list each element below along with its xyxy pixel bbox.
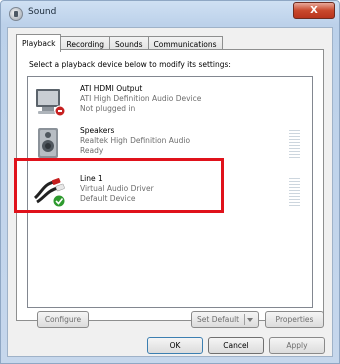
highlight-box	[14, 158, 224, 213]
cancel-button[interactable]: Cancel	[208, 337, 264, 354]
window-title: Sound	[28, 7, 57, 17]
set-default-button[interactable]: Set Default	[191, 311, 259, 328]
apply-button[interactable]: Apply	[269, 337, 325, 354]
tab-bar: Playback Recording Sounds Communications	[16, 34, 223, 52]
sound-dialog: Sound X Playback Recording Sounds Commun…	[0, 0, 340, 364]
device-status: Ready	[80, 146, 104, 155]
device-name: ATI HDMI Output	[80, 84, 143, 93]
properties-button[interactable]: Properties	[265, 311, 324, 328]
volume-level-meter	[289, 178, 300, 206]
close-button[interactable]: X	[293, 2, 335, 19]
sound-app-icon	[9, 7, 23, 21]
device-item-ati-hdmi[interactable]: ATI HDMI Output ATI High Definition Audi…	[28, 81, 312, 121]
set-default-label: Set Default	[197, 315, 240, 324]
device-status: Not plugged in	[80, 104, 136, 113]
tab-playback[interactable]: Playback	[16, 34, 62, 52]
ok-button[interactable]: OK	[147, 337, 203, 354]
title-bar[interactable]: Sound X	[1, 1, 339, 27]
volume-level-meter	[289, 130, 300, 158]
configure-button[interactable]: Configure	[37, 311, 89, 328]
device-name: Speakers	[80, 126, 115, 135]
device-description: Realtek High Definition Audio	[80, 136, 191, 145]
split-separator	[244, 314, 245, 325]
chevron-down-icon[interactable]	[247, 318, 253, 322]
speaker-icon	[38, 128, 58, 158]
device-description: ATI High Definition Audio Device	[80, 94, 202, 103]
monitor-icon	[36, 89, 66, 117]
instruction-text: Select a playback device below to modify…	[29, 60, 231, 69]
device-item-speakers[interactable]: Speakers Realtek High Definition Audio R…	[28, 123, 312, 163]
